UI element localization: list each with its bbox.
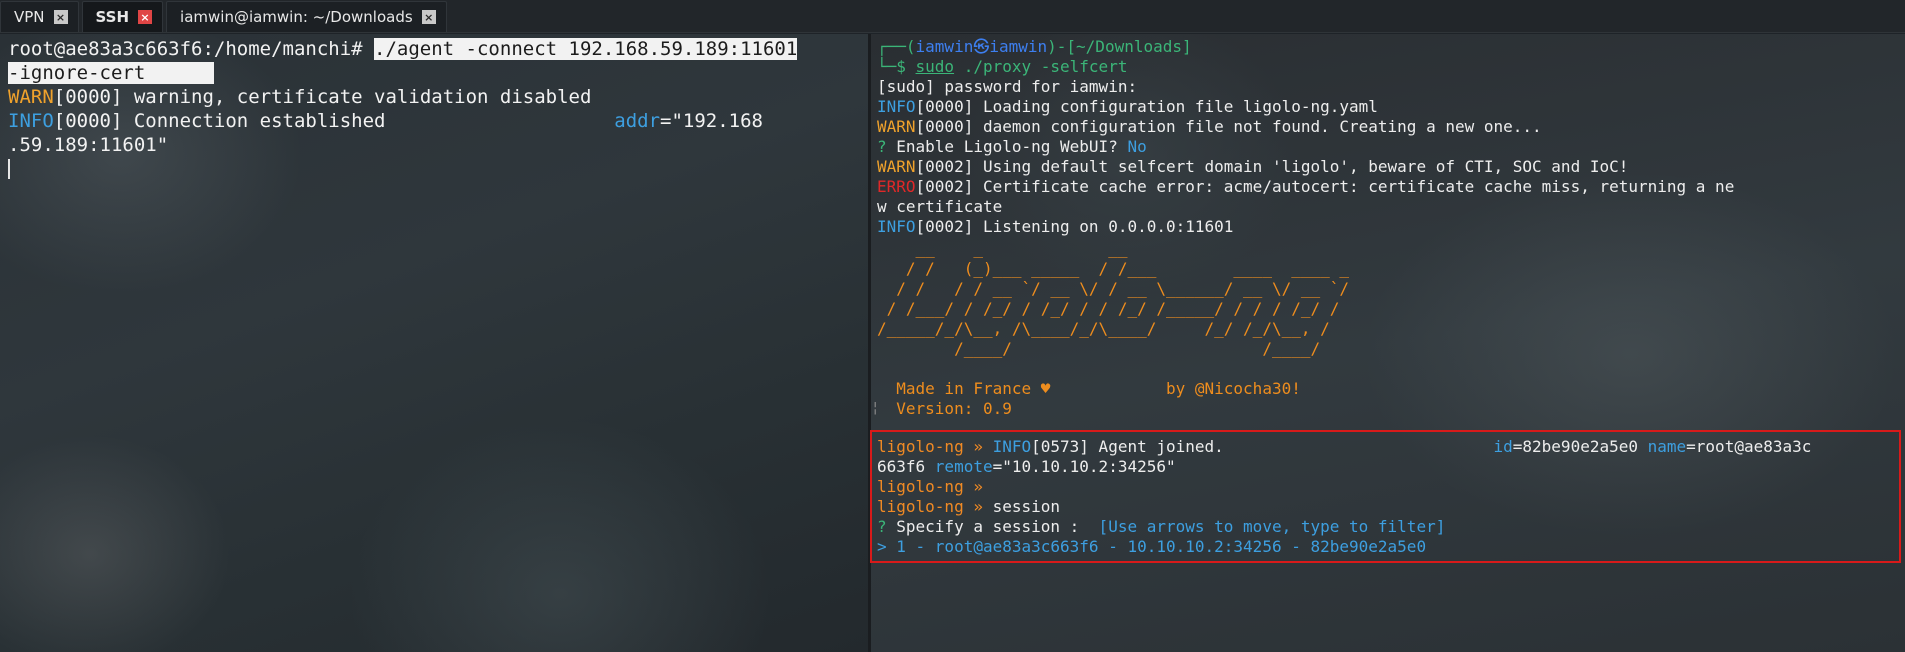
addr-key: addr bbox=[614, 110, 661, 132]
erro-tag: ERRO bbox=[877, 177, 916, 196]
info-tag: INFO bbox=[992, 437, 1032, 456]
remote-key: remote bbox=[934, 457, 993, 476]
tab-label: SSH bbox=[95, 8, 130, 26]
info-tag: INFO bbox=[877, 217, 916, 236]
banner-line: /_____/_/\__, /\____/_/\____/ /_/ /_/\__… bbox=[877, 319, 1350, 338]
id-value: =82be90e2a5e0 bbox=[1512, 437, 1648, 456]
warn-tag: WARN bbox=[877, 157, 916, 176]
cmd-sudo: sudo bbox=[915, 57, 955, 76]
left-terminal-output: root@ae83a3c663f6:/home/manchi# ./agent … bbox=[8, 37, 798, 157]
question-mark: ? bbox=[877, 517, 897, 536]
name-key: name bbox=[1647, 437, 1687, 456]
tab-label: iamwin@iamwin: ~/Downloads bbox=[180, 8, 413, 26]
banner-line: __ _ __ bbox=[877, 239, 1350, 258]
prompt-frame: └─$ bbox=[877, 57, 916, 76]
selected-command-wrap: -ignore-cert bbox=[8, 62, 146, 84]
log-line: [0002] Listening on 0.0.0.0:11601 bbox=[915, 217, 1234, 236]
addr-value-wrap: .59.189:11601" bbox=[8, 134, 169, 156]
log-line: [0573] Agent joined. bbox=[1031, 437, 1224, 456]
tab-vpn[interactable]: VPN × bbox=[0, 1, 79, 32]
prompt-user: iamwin bbox=[915, 37, 974, 56]
close-icon[interactable]: × bbox=[53, 10, 68, 24]
session-option-selected[interactable]: > 1 - root@ae83a3c663f6 - 10.10.10.2:342… bbox=[877, 537, 1426, 556]
ligolo-prompt: ligolo-ng » bbox=[877, 497, 993, 516]
skull-icon: ㉿ bbox=[973, 37, 990, 56]
tab-ssh[interactable]: SSH × bbox=[81, 1, 164, 32]
prompt-dir: )-[~/Downloads] bbox=[1047, 37, 1192, 56]
terminal-cursor bbox=[8, 159, 10, 179]
warn-tag: WARN bbox=[8, 86, 54, 108]
shell-prompt: root@ae83a3c663f6:/home/manchi# bbox=[8, 38, 375, 60]
tab-label: VPN bbox=[14, 8, 45, 26]
name-value: =root@ae83a3c bbox=[1686, 437, 1812, 456]
session-question: Specify a session : bbox=[896, 517, 1089, 536]
ligolo-prompt: ligolo-ng » bbox=[877, 477, 993, 496]
log-line: [0002] Using default selfcert domain 'li… bbox=[915, 157, 1629, 176]
log-line: [0002] Certificate cache error: acme/aut… bbox=[915, 177, 1735, 196]
tab-downloads[interactable]: iamwin@iamwin: ~/Downloads × bbox=[166, 1, 447, 32]
banner-version: Version: 0.9 bbox=[877, 399, 1012, 418]
info-tag: INFO bbox=[877, 97, 916, 116]
log-line-wrap: w certificate bbox=[877, 197, 1003, 216]
info-tag: INFO bbox=[8, 110, 54, 132]
log-line: [0000] warning, certificate validation d… bbox=[53, 86, 592, 108]
log-line: [0000] Connection established bbox=[53, 110, 386, 132]
ligolo-session-output: ligolo-ng » INFO[0573] Agent joined. id=… bbox=[877, 437, 1811, 557]
id-key: id bbox=[1493, 437, 1513, 456]
pipe-mark: ¦ bbox=[871, 400, 880, 416]
log-line: Enable Ligolo-ng WebUI? bbox=[896, 137, 1128, 156]
log-line: [sudo] password for iamwin: bbox=[877, 77, 1138, 96]
log-line: [0000] Loading configuration file ligolo… bbox=[915, 97, 1378, 116]
banner-credit: Made in France ♥ by @Nicocha30! bbox=[877, 379, 1301, 398]
banner-line: / /___/ / /_/ / /_/ / / /_/ /_____/ / / … bbox=[877, 299, 1350, 318]
name-value-wrap: 663f6 bbox=[877, 457, 935, 476]
addr-value: ="192.168 bbox=[660, 110, 763, 132]
close-icon[interactable]: × bbox=[138, 10, 153, 24]
tab-bar: VPN × SSH × iamwin@iamwin: ~/Downloads × bbox=[0, 0, 1905, 33]
banner-line: / / (_)___ _____ / /___ ____ ____ _ bbox=[877, 259, 1350, 278]
warn-tag: WARN bbox=[877, 117, 916, 136]
close-icon[interactable]: × bbox=[421, 10, 436, 24]
prompt-host: iamwin bbox=[989, 37, 1048, 56]
ligolo-ascii-banner: __ _ __ / / (_)___ _____ / /___ ____ ___… bbox=[877, 239, 1734, 419]
remote-value: ="10.10.10.2:34256" bbox=[992, 457, 1176, 476]
log-line: [0000] daemon configuration file not fou… bbox=[915, 117, 1542, 136]
ligolo-prompt: ligolo-ng » bbox=[877, 437, 993, 456]
session-hint: [Use arrows to move, type to filter] bbox=[1088, 517, 1446, 536]
cmd-proxy: ./proxy -selfcert bbox=[954, 57, 1128, 76]
right-terminal-output: ┌──(iamwin㉿iamwin)-[~/Downloads] └─$ sud… bbox=[877, 37, 1734, 419]
session-command: session bbox=[992, 497, 1061, 516]
banner-line: / / / / __ `/ __ \/ / __ \______/ __ \/ … bbox=[877, 279, 1350, 298]
webui-answer: No bbox=[1127, 137, 1147, 156]
prompt-frame: ┌──( bbox=[877, 37, 916, 56]
question-mark: ? bbox=[877, 137, 897, 156]
banner-line: /____/ /____/ bbox=[877, 339, 1350, 358]
selected-command: ./agent -connect 192.168.59.189:11601 bbox=[374, 38, 798, 60]
